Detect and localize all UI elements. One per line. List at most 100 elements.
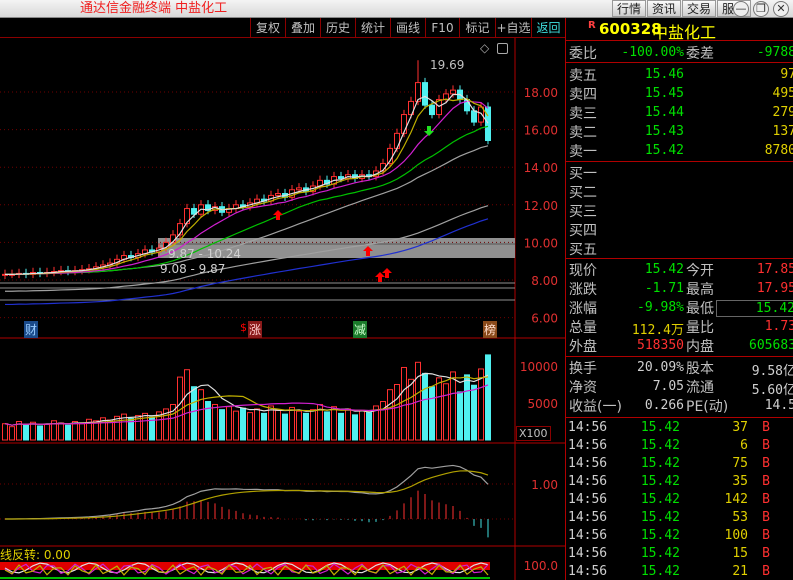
ask-volume: 495 xyxy=(772,86,793,101)
tick-time: 14:56 xyxy=(568,438,608,453)
tick-volume: 35 xyxy=(732,474,748,489)
app-title: 通达信金融终端 中盐化工 xyxy=(80,1,228,16)
diamond-icon[interactable]: ◇ xyxy=(480,41,489,55)
kline-chart[interactable]: 18.00 16.00 14.00 12.00 10.00 8.00 6.00 10000 50… xyxy=(0,38,565,580)
quote-value: 17.85 xyxy=(756,262,793,277)
volume-bar xyxy=(205,401,211,441)
volume-bar xyxy=(324,411,330,441)
tick-volume: 100 xyxy=(724,528,748,543)
tick-price: 15.42 xyxy=(640,420,680,435)
price-tick-label: 12.00 xyxy=(524,199,558,213)
marker-reduce[interactable]: 减 xyxy=(353,321,368,338)
tool-draw[interactable]: 画线 xyxy=(390,18,425,38)
candle-body xyxy=(296,187,302,191)
tick-volume: 15 xyxy=(732,546,748,561)
tick-price: 15.42 xyxy=(640,510,680,525)
ask-price[interactable]: 15.45 xyxy=(606,86,684,101)
marker-finance[interactable]: 财 xyxy=(24,321,39,338)
quote-value: -9.98% xyxy=(637,300,684,315)
menu-news[interactable]: 资讯 xyxy=(647,0,682,17)
tick-side: B xyxy=(762,474,770,489)
tick-volume: 75 xyxy=(732,456,748,471)
volume-bar xyxy=(289,406,295,441)
quote-label: 量比 xyxy=(686,320,714,336)
candle-body xyxy=(422,82,428,106)
candle-body xyxy=(401,114,407,134)
tool-add-watch[interactable]: +自选 xyxy=(495,18,531,38)
order-diff-value: -9788 xyxy=(756,45,793,60)
bid-label: 买二 xyxy=(569,185,597,201)
restore-icon[interactable]: ❐ xyxy=(753,1,769,17)
quote-label: 内盘 xyxy=(686,339,714,355)
quote-label: 涨跌 xyxy=(569,282,597,298)
tool-mark[interactable]: 标记 xyxy=(459,18,495,38)
volume-bar xyxy=(338,412,344,441)
fund-label: 股本 xyxy=(686,361,714,377)
quote-label: 总量 xyxy=(569,320,597,336)
tick-price: 15.42 xyxy=(640,438,680,453)
bid-label: 买四 xyxy=(569,223,597,239)
tick-time: 14:56 xyxy=(568,546,608,561)
volume-bar xyxy=(457,391,463,441)
volume-bar xyxy=(23,424,29,441)
volume-bar xyxy=(352,414,358,441)
volume-bar xyxy=(345,408,351,441)
price-tick-label: 14.00 xyxy=(524,161,558,175)
volume-bar xyxy=(114,415,120,441)
tick-volume: 6 xyxy=(740,438,748,453)
volume-bar xyxy=(2,423,8,441)
volume-bar xyxy=(282,413,288,441)
ask-price[interactable]: 15.42 xyxy=(606,143,684,158)
price-tick-label: 10.00 xyxy=(524,236,558,250)
quote-panel: R 600328 中盐化工 委比 -100.00% 委差 -9788 卖五 15.… xyxy=(565,18,793,580)
volume-bar xyxy=(212,403,218,441)
tool-overlay[interactable]: 叠加 xyxy=(285,18,320,38)
volume-unit: X100 xyxy=(516,426,551,441)
volume-bar xyxy=(331,406,337,441)
price-tick-label: 6.00 xyxy=(531,312,558,326)
marker-list[interactable]: 榜 xyxy=(483,321,498,338)
menu-trade[interactable]: 交易 xyxy=(682,0,717,17)
price-tick-label: 18.00 xyxy=(524,86,558,100)
tool-stats[interactable]: 统计 xyxy=(355,18,390,38)
marker-rise[interactable]: 涨 xyxy=(248,321,263,338)
volume-bar xyxy=(359,409,365,441)
volume-tick-label: 5000 xyxy=(527,397,558,411)
down-arrow-icon xyxy=(424,126,434,136)
volume-bar xyxy=(44,423,50,441)
tool-back[interactable]: 返回 xyxy=(531,18,565,38)
tool-f10[interactable]: F10 xyxy=(425,18,459,38)
volume-bar xyxy=(261,412,267,441)
fund-label: 换手 xyxy=(569,361,597,377)
tick-time: 14:56 xyxy=(568,492,608,507)
volume-bar xyxy=(401,366,407,441)
fund-value: 20.09% xyxy=(637,360,684,375)
indicator-tick-label: 100.0 xyxy=(524,559,558,573)
quote-value: 17.95 xyxy=(756,281,793,296)
indicator-label: 线反转: 0.00 xyxy=(0,548,71,562)
ask-volume: 8780 xyxy=(764,143,793,158)
tick-time: 14:56 xyxy=(568,510,608,525)
volume-bar xyxy=(436,377,442,441)
tick-time: 14:56 xyxy=(568,528,608,543)
fund-value: 7.05 xyxy=(652,379,684,394)
tick-time: 14:56 xyxy=(568,420,608,435)
menu-quotes[interactable]: 行情 xyxy=(612,0,647,17)
quote-value: 15.42 xyxy=(644,262,684,277)
ask-price[interactable]: 15.44 xyxy=(606,105,684,120)
close-icon[interactable]: ✕ xyxy=(773,1,789,17)
high-label: 19.69 xyxy=(430,58,465,72)
tool-history[interactable]: 历史 xyxy=(320,18,355,38)
volume-bar xyxy=(471,384,477,441)
ask-volume: 97 xyxy=(780,67,793,82)
ask-price[interactable]: 15.43 xyxy=(606,124,684,139)
bid-label: 买三 xyxy=(569,204,597,220)
tool-adjust[interactable]: 复权 xyxy=(250,18,285,38)
tick-volume: 37 xyxy=(732,420,748,435)
volume-bar xyxy=(58,422,64,441)
ask-label: 卖二 xyxy=(569,125,597,141)
volume-bar xyxy=(303,412,309,441)
ask-price[interactable]: 15.46 xyxy=(606,67,684,82)
panel-toggle-icon[interactable] xyxy=(497,43,508,54)
minimize-icon[interactable]: — xyxy=(733,1,749,17)
